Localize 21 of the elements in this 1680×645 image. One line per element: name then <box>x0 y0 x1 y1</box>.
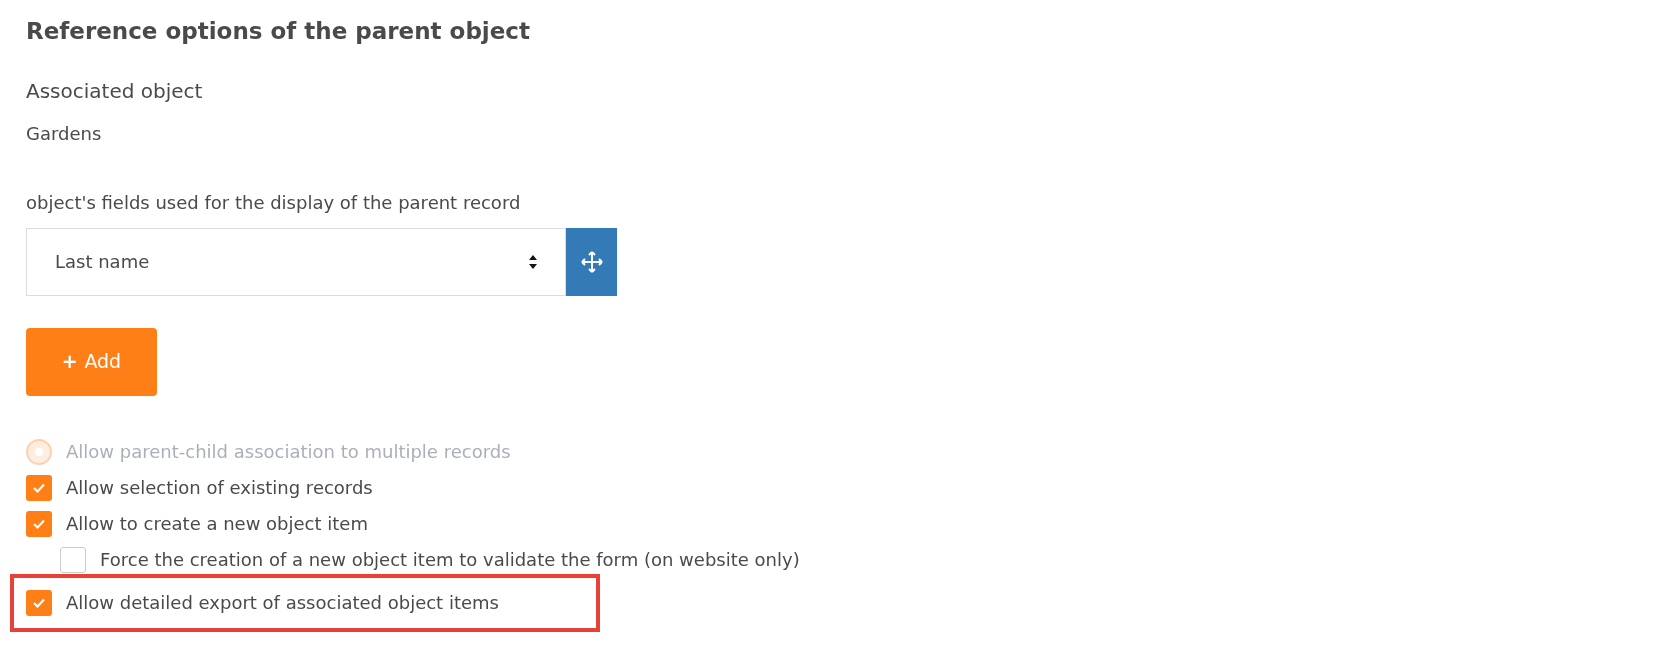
select-field[interactable]: Last name <box>26 227 566 296</box>
checkmark-icon <box>33 482 45 493</box>
move-icon <box>580 250 603 273</box>
radio-label: Allow parent-child association to multiple records <box>66 440 511 465</box>
checkmark-icon <box>33 597 45 608</box>
checkbox[interactable] <box>60 546 86 573</box>
select-value: Last name <box>55 250 150 275</box>
checkbox[interactable] <box>26 474 52 501</box>
field-value: Gardens <box>26 121 103 146</box>
field-label: object's fields used for the display of the parent record <box>26 190 522 215</box>
field-heading: Associated object <box>26 77 204 105</box>
checkbox-label: Force the creation of a new object item to validate the form (on website only) <box>100 548 800 573</box>
checkbox-label: Allow selection of existing records <box>66 476 373 501</box>
move-button[interactable] <box>566 227 617 296</box>
checkbox-label: Allow detailed export of associated object items <box>66 591 499 616</box>
section-title: Reference options of the parent object <box>26 18 531 46</box>
sort-arrows-icon <box>529 253 537 270</box>
checkbox[interactable] <box>26 589 52 616</box>
checkmark-icon <box>33 518 45 529</box>
checkbox[interactable] <box>26 510 52 537</box>
checkbox-label: Allow to create a new object item <box>66 512 368 537</box>
